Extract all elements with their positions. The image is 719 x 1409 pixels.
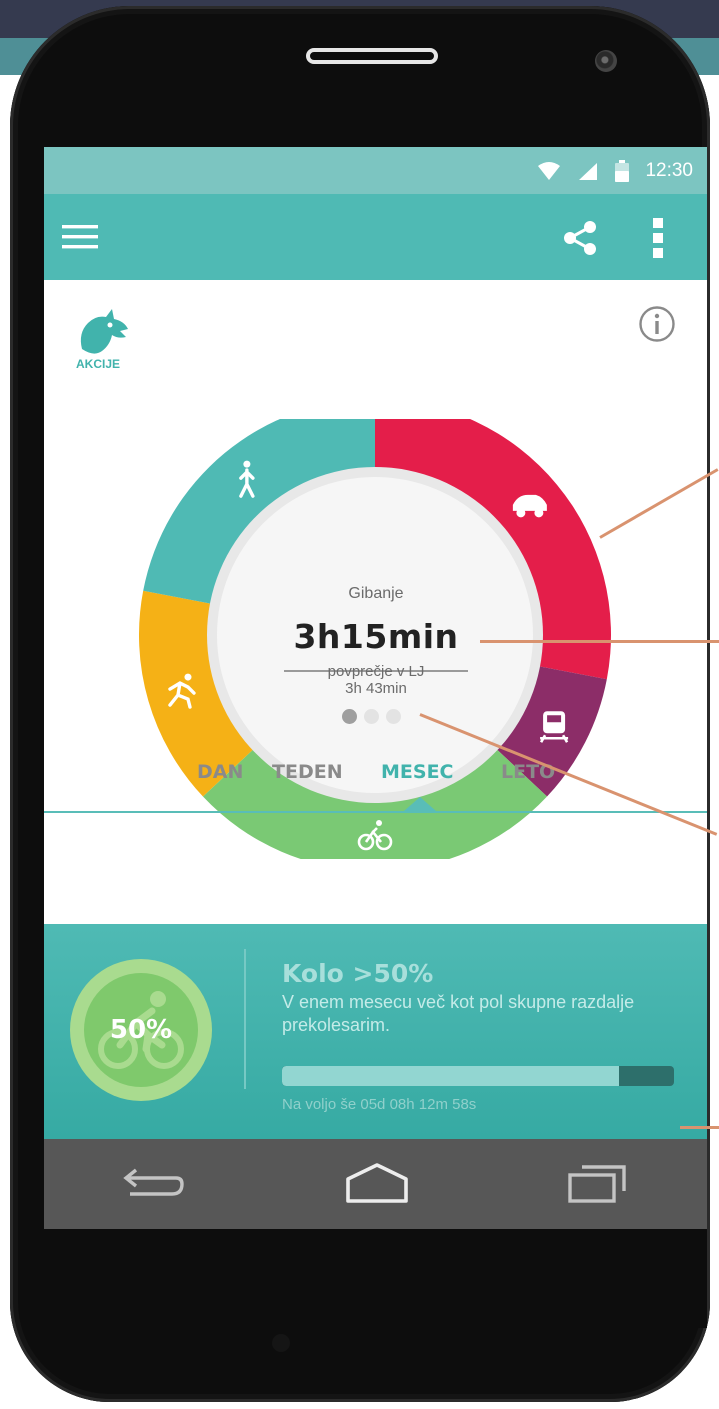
challenge-timer: Na voljo še 05d 08h 12m 58s — [282, 1096, 477, 1113]
challenge-badge: 50% — [70, 959, 212, 1101]
app-bar — [44, 194, 707, 280]
period-tabs: DAN TEDEN MESEC LETO — [44, 761, 707, 811]
app-screen: 12:30 AKCIJE Gibanje 3h15min povprečje v… — [44, 147, 707, 1328]
summary-title: Gibanje — [348, 585, 404, 602]
page-dot-1[interactable] — [342, 709, 357, 724]
status-bar: 12:30 — [44, 147, 707, 194]
challenge-progress-bar — [282, 1066, 674, 1086]
wifi-icon — [538, 161, 561, 180]
home-button-dot — [272, 1334, 290, 1352]
challenge-card[interactable]: 50% Kolo >50% V enem mesecu več kot pol … — [44, 924, 707, 1139]
dragon-icon — [80, 309, 128, 354]
front-camera — [595, 50, 617, 72]
akcije-logo[interactable]: AKCIJE — [76, 307, 136, 377]
callout-line-challenge — [680, 1126, 719, 1129]
challenge-description: V enem mesecu več kot pol skupne razdalj… — [282, 992, 635, 1035]
tab-mesec[interactable]: MESEC — [381, 761, 454, 783]
challenge-divider — [244, 949, 246, 1089]
tab-underline — [44, 811, 707, 813]
phone-frame: 12:30 AKCIJE Gibanje 3h15min povprečje v… — [10, 6, 710, 1402]
page-dot-2[interactable] — [364, 709, 379, 724]
train-icon — [539, 711, 569, 743]
akcije-label: AKCIJE — [76, 357, 121, 371]
page-indicator[interactable] — [342, 709, 412, 727]
more-vert-icon[interactable] — [651, 218, 665, 258]
menu-icon[interactable] — [62, 224, 98, 250]
battery-icon — [615, 159, 630, 182]
challenge-badge-text: 50% — [109, 1015, 173, 1045]
back-icon[interactable] — [122, 1164, 186, 1202]
tab-indicator-arrow — [404, 797, 436, 811]
signal-icon — [579, 162, 598, 180]
summary-average-value: 3h 43min — [345, 680, 407, 697]
challenge-progress-fill — [282, 1066, 620, 1086]
tab-teden[interactable]: TEDEN — [272, 761, 343, 783]
speaker-grille — [306, 48, 438, 64]
status-time: 12:30 — [645, 159, 693, 181]
tab-dan[interactable]: DAN — [197, 761, 243, 783]
summary-average: povprečje v LJ 3h 43min — [278, 663, 474, 697]
share-icon[interactable] — [562, 220, 598, 256]
system-nav-bar — [44, 1139, 707, 1229]
recent-apps-icon[interactable] — [566, 1161, 628, 1203]
screen-bezel-bottom — [44, 1229, 707, 1328]
home-icon[interactable] — [344, 1161, 410, 1203]
page-dot-3[interactable] — [386, 709, 401, 724]
challenge-title: Kolo >50% — [282, 959, 434, 988]
summary-average-label: povprečje v LJ — [327, 663, 425, 680]
callout-line-total — [480, 640, 719, 643]
info-icon[interactable] — [638, 305, 676, 343]
summary-value: 3h15min — [293, 617, 459, 656]
